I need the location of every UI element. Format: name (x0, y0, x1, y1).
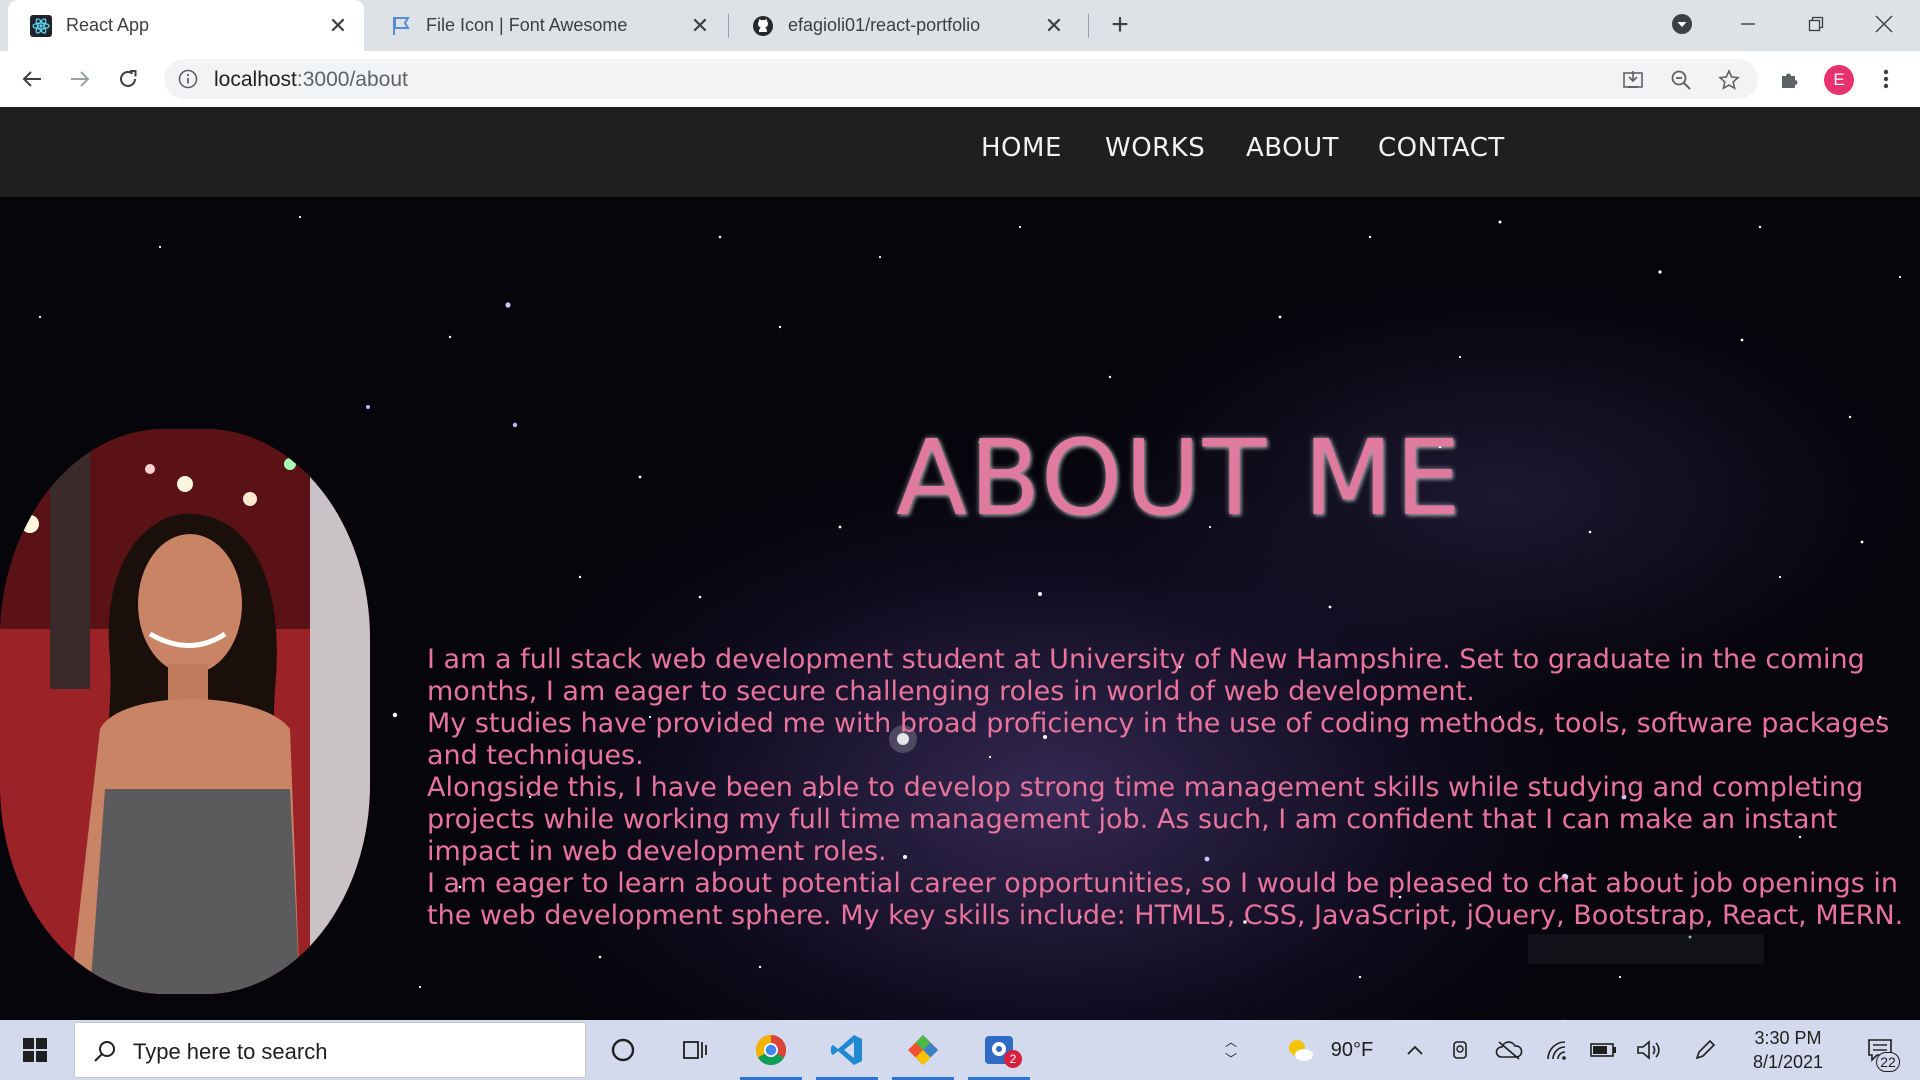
extensions-puzzle-icon[interactable] (1776, 65, 1804, 93)
bio-paragraph: Alongside this, I have been able to deve… (427, 772, 1864, 867)
tab-separator (728, 14, 729, 38)
url-host: localhost (214, 68, 297, 91)
install-app-icon[interactable] (1622, 69, 1644, 91)
bio-paragraph: I am eager to learn about potential care… (427, 868, 1904, 931)
new-tab-button[interactable]: + (1106, 10, 1134, 40)
tab-react-app[interactable]: React App ✕ (8, 0, 364, 51)
github-icon (752, 15, 774, 37)
browser-toolbar: localhost:3000/about E (0, 51, 1920, 107)
cortana-icon[interactable] (588, 1020, 658, 1080)
tab-search-icon[interactable] (1662, 6, 1702, 42)
onedrive-cloud-icon[interactable] (1492, 1020, 1526, 1080)
browser-tab-strip: React App ✕ File Icon | Font Awesome ✕ e… (0, 0, 1920, 51)
task-view-icon[interactable] (660, 1020, 730, 1080)
clock-date: 8/1/2021 (1752, 1052, 1824, 1072)
reload-icon[interactable] (110, 61, 146, 97)
chevron-down-icon: ﹀ (1224, 1052, 1237, 1066)
battery-icon[interactable] (1586, 1020, 1620, 1080)
windows-taskbar: Type here to search 2 ︿ ﹀ 90°F 3:30 PM 8… (0, 1020, 1920, 1080)
site-navbar: HOME WORKS ABOUT CONTACT (0, 107, 1920, 197)
notification-count: 22 (1876, 1052, 1900, 1072)
flag-icon (390, 15, 412, 37)
close-icon[interactable]: ✕ (688, 13, 712, 38)
web-page: HOME WORKS ABOUT CONTACT ABOUT ME I am a… (0, 107, 1920, 1020)
search-icon (93, 1039, 117, 1063)
action-center-icon[interactable]: 22 (1852, 1020, 1908, 1080)
chrome-taskbar-icon[interactable] (736, 1020, 806, 1080)
nav-works[interactable]: WORKS (1105, 133, 1205, 163)
react-icon (30, 14, 52, 37)
close-window-icon[interactable] (1864, 6, 1904, 42)
scroll-taskbar-icon[interactable]: ︿ ﹀ (1218, 1020, 1244, 1080)
taskbar-search-box[interactable]: Type here to search (74, 1022, 586, 1078)
restore-icon[interactable] (1796, 6, 1836, 42)
tab-title: File Icon | Font Awesome (426, 15, 628, 35)
back-arrow-icon[interactable] (14, 61, 50, 97)
windows-start-icon[interactable] (0, 1020, 70, 1080)
tab-font-awesome[interactable]: File Icon | Font Awesome ✕ (368, 0, 726, 51)
url-path: :3000/about (296, 68, 408, 91)
notification-badge: 2 (1004, 1050, 1022, 1068)
search-placeholder: Type here to search (133, 1039, 328, 1064)
chevron-up-icon: ︿ (1224, 1035, 1237, 1049)
nav-contact[interactable]: CONTACT (1378, 133, 1505, 163)
tab-title: efagioli01/react-portfolio (788, 15, 981, 35)
close-icon[interactable]: ✕ (1042, 13, 1066, 38)
close-icon[interactable]: ✕ (326, 13, 350, 38)
nav-about[interactable]: ABOUT (1246, 133, 1339, 163)
tab-title: React App (66, 15, 150, 35)
wifi-icon[interactable] (1540, 1020, 1574, 1080)
info-icon[interactable] (178, 69, 198, 89)
more-menu-icon[interactable] (1872, 65, 1900, 93)
nav-home[interactable]: HOME (981, 133, 1062, 163)
bio-paragraph: My studies have provided me with broad p… (427, 708, 1890, 771)
forward-arrow-icon[interactable] (62, 61, 98, 97)
meet-now-icon[interactable] (1446, 1020, 1476, 1080)
profile-avatar[interactable]: E (1824, 65, 1854, 95)
clock-time: 3:30 PM (1754, 1028, 1822, 1048)
bio-text: I am a full stack web development studen… (427, 644, 1907, 932)
minimize-icon[interactable] (1728, 6, 1768, 42)
address-bar[interactable]: localhost:3000/about (164, 59, 1758, 99)
starfield-background: ABOUT ME I am a full stack web developme… (0, 197, 1920, 1020)
url-text: localhost:3000/about (214, 68, 408, 92)
vscode-taskbar-icon[interactable] (812, 1020, 882, 1080)
pen-icon[interactable] (1688, 1020, 1722, 1080)
profile-photo (0, 429, 370, 994)
tab-github[interactable]: efagioli01/react-portfolio ✕ (730, 0, 1080, 51)
bookmark-star-icon[interactable] (1718, 69, 1740, 91)
volume-icon[interactable] (1632, 1020, 1666, 1080)
bio-paragraph: I am a full stack web development studen… (427, 644, 1865, 707)
page-title: ABOUT ME (896, 417, 1463, 539)
weather-icon[interactable] (1282, 1020, 1318, 1080)
zoom-icon[interactable] (1670, 69, 1692, 91)
weather-temp[interactable]: 90°F (1322, 1020, 1382, 1080)
taskbar-clock[interactable]: 3:30 PM 8/1/2021 (1740, 1026, 1836, 1074)
app-taskbar-icon[interactable]: 2 (964, 1020, 1034, 1080)
show-hidden-icons-icon[interactable] (1400, 1020, 1430, 1080)
tab-separator (1088, 14, 1089, 38)
git-taskbar-icon[interactable] (888, 1020, 958, 1080)
faint-overlay (1528, 934, 1764, 964)
